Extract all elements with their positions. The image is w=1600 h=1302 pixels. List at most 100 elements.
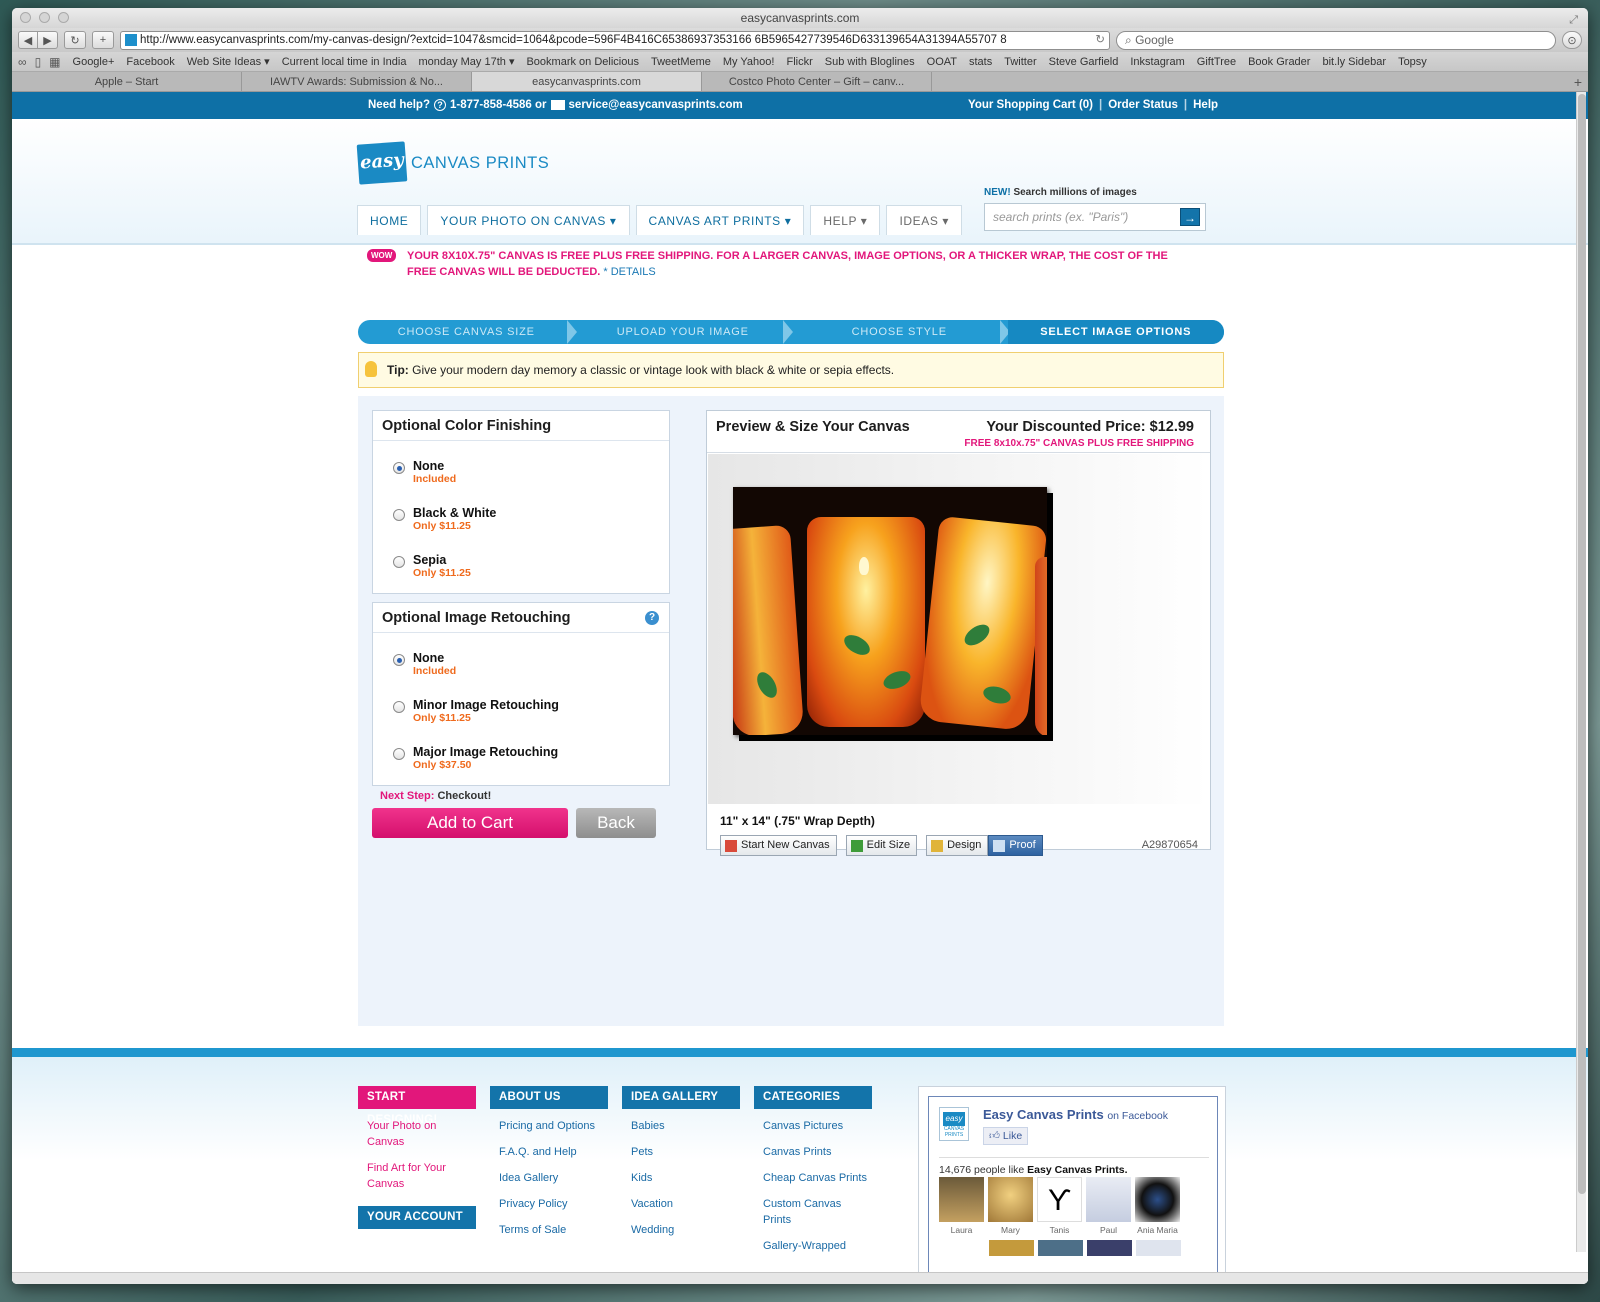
nav-your-photo-on-canvas[interactable]: YOUR PHOTO ON CANVAS ▾ [427,205,630,235]
top-sites-grid-icon[interactable]: ▦ [49,55,60,69]
support-email-link[interactable]: service@easycanvasprints.com [569,99,743,111]
bookmark-item[interactable]: Google+ [73,56,115,68]
nav-ideas[interactable]: IDEAS ▾ [886,205,963,235]
forward-arrow-icon[interactable]: ▶ [38,31,58,49]
bookmark-item[interactable]: bit.ly Sidebar [1322,56,1386,68]
retouch-option-major[interactable]: Major Image Retouching Only $37.50 [373,727,669,774]
footer-link[interactable]: F.A.Q. and Help [499,1144,608,1160]
downloads-icon[interactable]: ⊙ [1562,31,1582,49]
close-window-button[interactable] [20,12,31,23]
zoom-window-button[interactable] [58,12,69,23]
bookmark-item[interactable]: My Yahoo! [723,56,775,68]
address-bar[interactable]: http://www.easycanvasprints.com/my-canva… [120,30,1110,50]
search-prints-input[interactable]: search prints (ex. "Paris") → [984,203,1206,231]
fan-avatar[interactable] [1136,1240,1181,1256]
facebook-page-name[interactable]: Easy Canvas Prints on Facebook [983,1107,1168,1122]
bookmark-item[interactable]: Flickr [786,56,812,68]
footer-link[interactable]: Kids [631,1170,740,1186]
vertical-scrollbar[interactable] [1576,92,1586,1252]
footer-link[interactable]: Canvas Pictures [763,1118,872,1134]
footer-link[interactable]: Pricing and Options [499,1118,608,1134]
radio-button[interactable] [393,556,405,568]
bookmark-item[interactable]: Bookmark on Delicious [526,56,639,68]
radio-button[interactable] [393,701,405,713]
footer-link[interactable]: Find Art for Your Canvas [367,1160,476,1192]
footer-link[interactable]: Gallery-Wrapped [763,1238,872,1254]
footer-heading[interactable]: START DESIGNING! [358,1086,476,1126]
bookmark-item[interactable]: stats [969,56,992,68]
footer-link[interactable]: Pets [631,1144,740,1160]
step-choose-style[interactable]: CHOOSE STYLE [791,320,1009,344]
fan-avatar[interactable]: Mary [988,1177,1033,1235]
bookmark-item[interactable]: Steve Garfield [1049,56,1119,68]
nav-canvas-art-prints[interactable]: CANVAS ART PRINTS ▾ [635,205,805,235]
shopping-cart-link[interactable]: Your Shopping Cart (0) [968,99,1093,111]
fan-avatar[interactable] [1087,1240,1132,1256]
bookmark-item[interactable]: monday May 17th ▾ [418,55,514,68]
bookmark-item[interactable]: Web Site Ideas ▾ [187,55,270,68]
bookmark-item[interactable]: Facebook [126,56,174,68]
bookmark-item[interactable]: Topsy [1398,56,1427,68]
fan-avatar[interactable] [989,1240,1034,1256]
facebook-page-logo[interactable]: easy CANVAS PRINTS [939,1107,969,1141]
browser-tab[interactable]: IAWTV Awards: Submission & No... [242,72,472,91]
design-button[interactable]: Design [926,835,989,856]
browser-tab[interactable]: Apple – Start [12,72,242,91]
details-link[interactable]: * DETAILS [603,266,655,278]
bookmarks-book-icon[interactable]: ▯ [35,55,42,69]
bookmark-item[interactable]: Sub with Bloglines [825,56,915,68]
help-question-icon[interactable]: ? [645,611,659,625]
bookmark-item[interactable]: Current local time in India [282,56,407,68]
radio-button-selected[interactable] [393,654,405,666]
footer-link[interactable]: Custom Canvas Prints [763,1196,872,1228]
order-status-link[interactable]: Order Status [1108,99,1178,111]
color-option-none[interactable]: None Included [373,441,669,488]
fan-avatar[interactable] [1038,1240,1083,1256]
refresh-icon[interactable]: ↻ [64,31,86,49]
search-go-arrow-icon[interactable]: → [1180,208,1200,226]
footer-link[interactable]: Terms of Sale [499,1222,608,1238]
nav-help[interactable]: HELP ▾ [810,205,881,235]
color-option-black-white[interactable]: Black & White Only $11.25 [373,488,669,535]
reading-list-icon[interactable]: ∞ [18,55,27,69]
back-button[interactable]: Back [576,808,656,838]
add-bookmark-icon[interactable]: + [92,31,114,49]
browser-tab[interactable]: Costco Photo Center – Gift – canv... [702,72,932,91]
bookmark-item[interactable]: OOAT [927,56,957,68]
radio-button[interactable] [393,509,405,521]
footer-link[interactable]: Canvas Prints [763,1144,872,1160]
fan-avatar[interactable]: ϒ Tanis [1037,1177,1082,1235]
add-to-cart-button[interactable]: Add to Cart [372,808,568,838]
fullscreen-icon[interactable]: ⤢ [1569,10,1578,30]
fan-avatar[interactable]: Ania Maria [1135,1177,1180,1235]
reload-icon[interactable]: ↻ [1095,32,1105,49]
color-option-sepia[interactable]: Sepia Only $11.25 [373,535,669,582]
facebook-like-button[interactable]: 👍︎ Like [983,1127,1029,1145]
browser-search-field[interactable]: ⌕ Google [1116,30,1556,50]
fan-avatar[interactable]: Paul [1086,1177,1131,1235]
footer-link[interactable]: Your Photo on Canvas [367,1118,476,1150]
browser-tab-active[interactable]: easycanvasprints.com [472,72,702,91]
footer-link[interactable]: Vacation [631,1196,740,1212]
window-controls[interactable] [20,12,69,23]
new-tab-icon[interactable]: + [1568,72,1588,91]
step-upload-your-image[interactable]: UPLOAD YOUR IMAGE [575,320,793,344]
footer-heading[interactable]: YOUR ACCOUNT [358,1206,476,1229]
minimize-window-button[interactable] [39,12,50,23]
bookmark-item[interactable]: TweetMeme [651,56,711,68]
step-choose-canvas-size[interactable]: CHOOSE CANVAS SIZE [358,320,576,344]
horizontal-scrollbar[interactable] [12,1272,1588,1284]
help-link[interactable]: Help [1193,99,1218,111]
footer-link[interactable]: Idea Gallery [499,1170,608,1186]
canvas-preview-image[interactable] [733,487,1047,735]
retouch-option-minor[interactable]: Minor Image Retouching Only $11.25 [373,680,669,727]
footer-link[interactable]: Privacy Policy [499,1196,608,1212]
radio-button[interactable] [393,748,405,760]
bookmark-item[interactable]: Twitter [1004,56,1036,68]
radio-button-selected[interactable] [393,462,405,474]
edit-size-button[interactable]: Edit Size [845,835,918,856]
fan-avatar[interactable]: Laura [939,1177,984,1235]
proof-button[interactable]: Proof [988,835,1043,856]
bookmark-item[interactable]: Book Grader [1248,56,1310,68]
footer-link[interactable]: Babies [631,1118,740,1134]
